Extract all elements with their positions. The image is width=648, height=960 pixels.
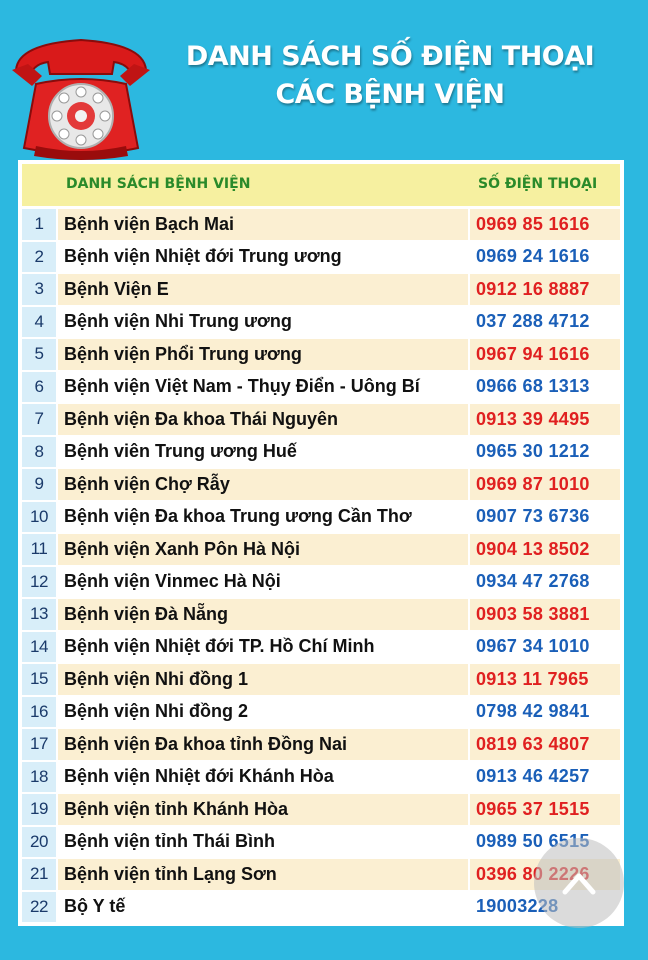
table-header: DANH SÁCH BỆNH VIỆN SỐ ĐIỆN THOẠI (22, 164, 620, 206)
phone-number[interactable]: 0903 58 3881 (470, 599, 620, 630)
row-number: 15 (22, 664, 56, 695)
row-number: 22 (22, 891, 56, 922)
table-body: 1 Bệnh viện Bạch Mai 0969 85 1616 2 Bệnh việ… (22, 209, 620, 924)
phone-number[interactable]: 0904 13 8502 (470, 534, 620, 565)
phone-number[interactable]: 0819 63 4807 (470, 729, 620, 760)
table-row: 18 Bệnh viện Nhiệt đới Khánh Hòa 0913 46 4… (22, 761, 620, 794)
hospital-name: Bệnh viện Nhiệt đới Khánh Hòa (58, 761, 468, 792)
row-number: 2 (22, 241, 56, 272)
phone-number[interactable]: 037 288 4712 (470, 306, 620, 337)
row-number: 11 (22, 534, 56, 565)
row-number: 10 (22, 501, 56, 532)
row-number: 13 (22, 599, 56, 630)
hospital-name: Bệnh viện Đa khoa Trung ương Cần Thơ (58, 501, 468, 532)
phone-number[interactable]: 0969 85 1616 (470, 209, 620, 240)
hospital-name: Bệnh viện Chợ Rẫy (58, 469, 468, 500)
table-row: 12 Bệnh viện Vinmec Hà Nội 0934 47 2768 (22, 566, 620, 599)
row-number: 19 (22, 794, 56, 825)
table-row: 8 Bệnh viên Trung ương Huế 0965 30 1212 (22, 436, 620, 469)
row-number: 7 (22, 404, 56, 435)
table-row: 2 Bệnh viện Nhiệt đới Trung ương 0969 24 1… (22, 241, 620, 274)
title-line-2: CÁC BỆNH VIỆN (275, 79, 505, 110)
phone-number[interactable]: 0913 11 7965 (470, 664, 620, 695)
phone-number[interactable]: 0934 47 2768 (470, 566, 620, 597)
hospital-name: Bệnh viện Vinmec Hà Nội (58, 566, 468, 597)
hospital-name: Bệnh viện tỉnh Lạng Sơn (58, 859, 468, 890)
column-header-phone: SỐ ĐIỆN THOẠI (478, 176, 598, 192)
phone-number[interactable]: 0969 87 1010 (470, 469, 620, 500)
row-number: 9 (22, 469, 56, 500)
hospital-name: Bệnh viện Đa khoa tỉnh Đồng Nai (58, 729, 468, 760)
row-number: 3 (22, 274, 56, 305)
phone-number[interactable]: 0965 37 1515 (470, 794, 620, 825)
table-row: 3 Bệnh Viện E 0912 16 8887 (22, 274, 620, 307)
telephone-icon (12, 38, 150, 160)
hospital-table: DANH SÁCH BỆNH VIỆN SỐ ĐIỆN THOẠI 1 Bệnh … (18, 160, 624, 926)
row-number: 16 (22, 696, 56, 727)
table-row: 7 Bệnh viện Đa khoa Thái Nguyên 0913 39 44… (22, 404, 620, 437)
row-number: 6 (22, 371, 56, 402)
chevron-up-icon (562, 873, 596, 895)
table-row: 6 Bệnh viện Việt Nam - Thụy Điển - Uông B… (22, 371, 620, 404)
phone-number[interactable]: 0967 34 1010 (470, 631, 620, 662)
table-row: 5 Bệnh viện Phổi Trung ương 0967 94 1616 (22, 339, 620, 372)
phone-number[interactable]: 0965 30 1212 (470, 436, 620, 467)
title-line-1: DANH SÁCH SỐ ĐIỆN THOẠI (185, 41, 595, 72)
phone-number[interactable]: 0913 46 4257 (470, 761, 620, 792)
row-number: 14 (22, 631, 56, 662)
table-row: 20 Bệnh viện tỉnh Thái Bình 0989 50 6515 (22, 826, 620, 859)
row-number: 12 (22, 566, 56, 597)
hospital-name: Bệnh viện tỉnh Thái Bình (58, 826, 468, 857)
table-row: 14 Bệnh viện Nhiệt đới TP. Hồ Chí Minh 096… (22, 631, 620, 664)
table-row: 11 Bệnh viện Xanh Pôn Hà Nội 0904 13 8502 (22, 534, 620, 567)
row-number: 5 (22, 339, 56, 370)
hospital-name: Bệnh viện Nhiệt đới TP. Hồ Chí Minh (58, 631, 468, 662)
header: DANH SÁCH SỐ ĐIỆN THOẠI CÁC BỆNH VIỆN (0, 0, 648, 160)
table-row: 4 Bệnh viện Nhi Trung ương 037 288 4712 (22, 306, 620, 339)
hospital-name: Bệnh Viện E (58, 274, 468, 305)
row-number: 4 (22, 306, 56, 337)
phone-number[interactable]: 0966 68 1313 (470, 371, 620, 402)
table-row: 16 Bệnh viện Nhi đồng 2 0798 42 9841 (22, 696, 620, 729)
hospital-name: Bệnh viện Phổi Trung ương (58, 339, 468, 370)
hospital-name: Bệnh viện Nhiệt đới Trung ương (58, 241, 468, 272)
scroll-to-top-button[interactable] (534, 838, 624, 928)
phone-number[interactable]: 0967 94 1616 (470, 339, 620, 370)
hospital-name: Bệnh viện Nhi Trung ương (58, 306, 468, 337)
hospital-name: Bệnh viện Nhi đồng 2 (58, 696, 468, 727)
hospital-name: Bệnh viện tỉnh Khánh Hòa (58, 794, 468, 825)
table-row: 1 Bệnh viện Bạch Mai 0969 85 1616 (22, 209, 620, 242)
table-row: 17 Bệnh viện Đa khoa tỉnh Đồng Nai 0819 63… (22, 729, 620, 762)
table-row: 22 Bộ Y tế 19003228 (22, 891, 620, 924)
row-number: 18 (22, 761, 56, 792)
hospital-name: Bệnh viện Nhi đồng 1 (58, 664, 468, 695)
row-number: 20 (22, 826, 56, 857)
phone-number[interactable]: 0913 39 4495 (470, 404, 620, 435)
table-row: 9 Bệnh viện Chợ Rẫy 0969 87 1010 (22, 469, 620, 502)
row-number: 8 (22, 436, 56, 467)
hospital-name: Bệnh viện Đa khoa Thái Nguyên (58, 404, 468, 435)
page-title: DANH SÁCH SỐ ĐIỆN THOẠI CÁC BỆNH VIỆN (150, 38, 630, 114)
table-row: 21 Bệnh viện tỉnh Lạng Sơn 0396 80 2226 (22, 859, 620, 892)
hospital-name: Bệnh viện Đà Nẵng (58, 599, 468, 630)
phone-number[interactable]: 0912 16 8887 (470, 274, 620, 305)
table-row: 19 Bệnh viện tỉnh Khánh Hòa 0965 37 1515 (22, 794, 620, 827)
row-number: 1 (22, 209, 56, 240)
phone-number[interactable]: 0798 42 9841 (470, 696, 620, 727)
hospital-name: Bệnh viện Việt Nam - Thụy Điển - Uông Bí (58, 371, 468, 402)
row-number: 17 (22, 729, 56, 760)
table-row: 10 Bệnh viện Đa khoa Trung ương Cần Thơ 09… (22, 501, 620, 534)
hospital-name: Bệnh viện Xanh Pôn Hà Nội (58, 534, 468, 565)
table-row: 13 Bệnh viện Đà Nẵng 0903 58 3881 (22, 599, 620, 632)
phone-number[interactable]: 0907 73 6736 (470, 501, 620, 532)
row-number: 21 (22, 859, 56, 890)
phone-number[interactable]: 0969 24 1616 (470, 241, 620, 272)
hospital-name: Bộ Y tế (58, 891, 468, 922)
table-row: 15 Bệnh viện Nhi đồng 1 0913 11 7965 (22, 664, 620, 697)
column-header-hospital: DANH SÁCH BỆNH VIỆN (66, 176, 251, 192)
hospital-name: Bệnh viện Bạch Mai (58, 209, 468, 240)
hospital-name: Bệnh viên Trung ương Huế (58, 436, 468, 467)
